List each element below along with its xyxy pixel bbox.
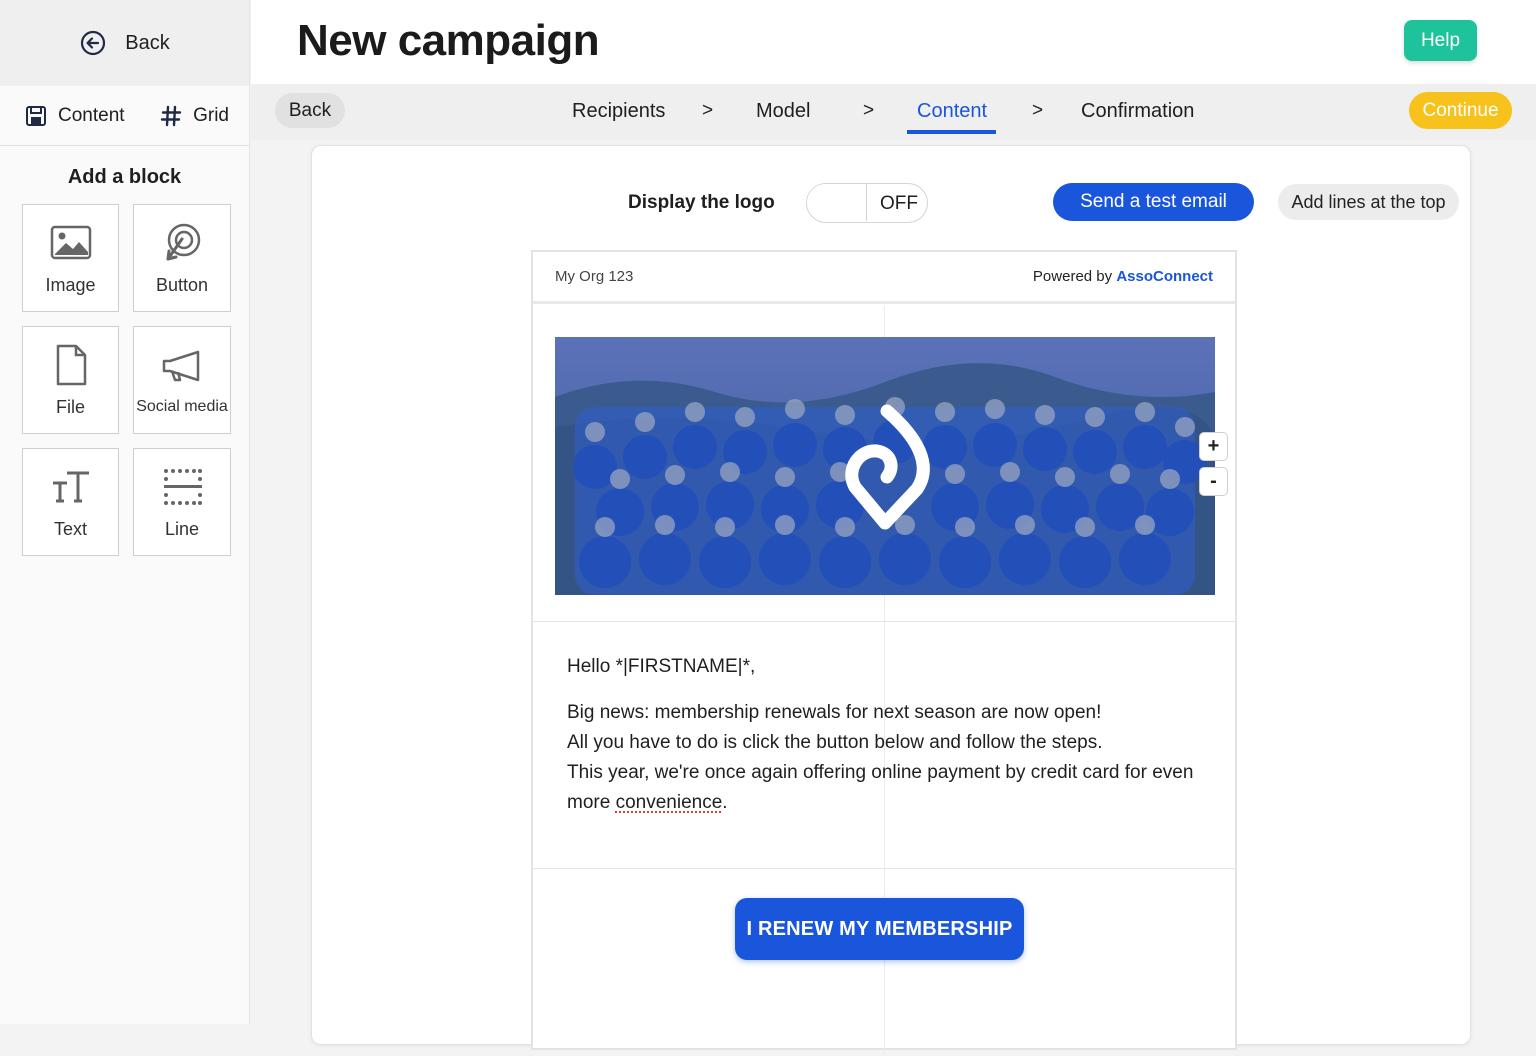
add-block-heading: Add a block: [0, 166, 249, 189]
image-icon: [49, 221, 93, 265]
dotted-lines-icon: [160, 465, 204, 509]
tab-content[interactable]: Content: [24, 104, 125, 128]
org-name: My Org 123: [555, 268, 633, 285]
block-text-label: Text: [54, 519, 87, 540]
file-icon: [49, 343, 93, 387]
email-text-block[interactable]: Hello *|FIRSTNAME|*, Big news: membershi…: [567, 652, 1207, 818]
step-recipients[interactable]: Recipients: [572, 100, 665, 123]
toggle-knob: [807, 184, 867, 221]
block-line-label: Line: [165, 519, 199, 540]
image-zoom-out-button[interactable]: -: [1199, 467, 1228, 496]
block-palette: Image Button File Social media Text Line: [0, 204, 249, 556]
email-preview: My Org 123 Powered by AssoConnect + - He…: [531, 250, 1237, 1050]
block-divider: [533, 868, 1235, 869]
block-social-media-label: Social media: [136, 398, 228, 416]
email-body-line: Big news: membership renewals for next s…: [567, 698, 1207, 728]
step-separator: >: [1032, 100, 1043, 122]
block-button[interactable]: Button: [133, 204, 231, 312]
header: New campaign Help: [251, 0, 1536, 84]
email-image-block[interactable]: [555, 337, 1215, 595]
powered-by: Powered by AssoConnect: [1033, 268, 1213, 285]
block-image[interactable]: Image: [22, 204, 119, 312]
email-body-line: All you have to do is click the button b…: [567, 728, 1207, 758]
block-image-label: Image: [45, 275, 95, 296]
steps-back-button[interactable]: Back: [275, 93, 345, 128]
powered-by-prefix: Powered by: [1033, 268, 1112, 285]
powered-by-brand: AssoConnect: [1116, 268, 1213, 285]
spellcheck-word: convenience: [616, 792, 723, 813]
tab-grid-label: Grid: [193, 105, 229, 127]
block-divider: [533, 621, 1235, 622]
tab-grid[interactable]: Grid: [159, 104, 229, 128]
block-text[interactable]: Text: [22, 448, 119, 556]
sidebar-tabs: Content Grid: [0, 86, 249, 146]
save-icon: [24, 104, 48, 128]
page-title: New campaign: [297, 16, 599, 66]
toggle-state: OFF: [880, 193, 918, 215]
renew-membership-button[interactable]: I RENEW MY MEMBERSHIP: [735, 898, 1024, 960]
step-separator: >: [863, 100, 874, 122]
step-model[interactable]: Model: [756, 100, 810, 123]
block-file-label: File: [56, 397, 85, 418]
editor-canvas: Display the logo OFF Send a test email A…: [311, 145, 1471, 1045]
sidebar: Back Content Grid Add a block Image Butt…: [0, 0, 250, 1024]
step-content[interactable]: Content: [917, 100, 987, 123]
email-body-end: .: [722, 792, 727, 813]
megaphone-icon: [160, 344, 204, 388]
send-test-email-button[interactable]: Send a test email: [1053, 183, 1254, 221]
email-greeting: Hello *|FIRSTNAME|*,: [567, 652, 1207, 682]
team-photo: [555, 337, 1215, 595]
block-line[interactable]: Line: [133, 448, 231, 556]
step-separator: >: [702, 100, 713, 122]
display-logo-label: Display the logo: [628, 192, 775, 214]
sidebar-back-label: Back: [125, 32, 169, 55]
block-file[interactable]: File: [22, 326, 119, 434]
cursor-click-icon: [160, 221, 204, 265]
block-social-media[interactable]: Social media: [133, 326, 231, 434]
email-body-paragraph: This year, we're once again offering onl…: [567, 758, 1207, 818]
text-size-icon: [49, 465, 93, 509]
steps-bar: Back Recipients > Model > Content > Conf…: [251, 84, 1536, 140]
arrow-left-circle-icon: [79, 29, 107, 57]
active-step-indicator: [907, 130, 996, 134]
continue-button[interactable]: Continue: [1409, 92, 1512, 129]
display-logo-toggle[interactable]: OFF: [806, 183, 928, 223]
help-button[interactable]: Help: [1404, 20, 1477, 61]
step-confirmation[interactable]: Confirmation: [1081, 100, 1194, 123]
tab-content-label: Content: [58, 105, 125, 127]
sidebar-back-button[interactable]: Back: [0, 0, 249, 86]
hash-icon: [159, 104, 183, 128]
block-button-label: Button: [156, 275, 208, 296]
image-zoom-in-button[interactable]: +: [1199, 432, 1228, 461]
add-lines-top-button[interactable]: Add lines at the top: [1278, 184, 1459, 220]
email-header-bar: My Org 123 Powered by AssoConnect: [533, 252, 1235, 304]
